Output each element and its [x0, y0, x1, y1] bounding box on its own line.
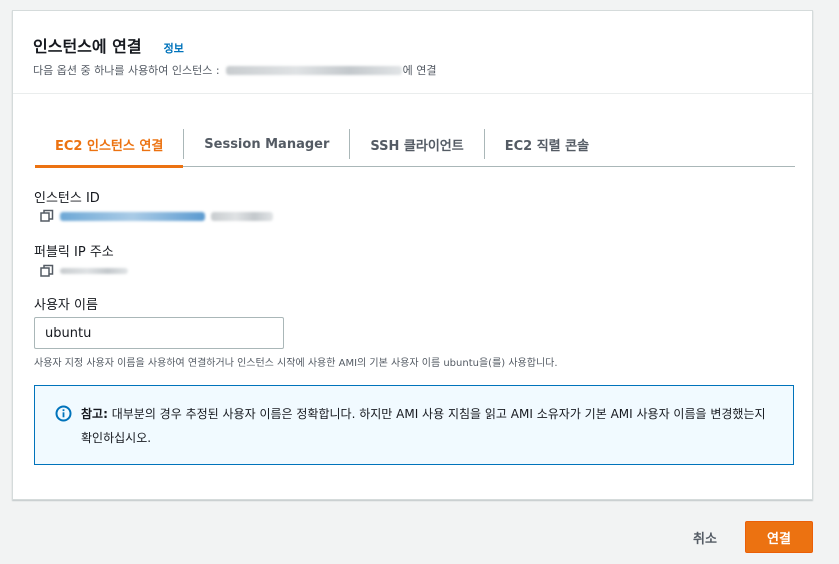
instance-id-label: 인스턴스 ID	[34, 191, 100, 206]
cancel-button[interactable]: 취소	[680, 521, 730, 553]
tab-ec2-instance-connect[interactable]: EC2 인스턴스 연결	[35, 121, 184, 168]
redacted-instance-id-link[interactable]	[60, 211, 205, 221]
alert-title: 참고:	[81, 407, 108, 421]
connect-button[interactable]: 연결	[745, 521, 813, 553]
instance-id-value	[40, 209, 273, 223]
tab-ec2-serial-console[interactable]: EC2 직렬 콘솔	[485, 121, 609, 167]
username-hint: 사용자 지정 사용자 이름을 사용하여 연결하거나 인스턴스 시작에 사용한 A…	[34, 358, 558, 369]
subtitle: 다음 옵션 중 하나를 사용하여 인스턴스 : 에 연결	[33, 62, 792, 78]
info-link[interactable]: 정보	[164, 40, 184, 56]
tab-ssh-client[interactable]: SSH 클라이언트	[350, 121, 483, 167]
redacted-public-ip	[60, 268, 128, 274]
copy-icon[interactable]	[40, 209, 54, 223]
info-icon	[55, 405, 72, 422]
alert-text: 대부분의 경우 추정된 사용자 이름은 정확합니다. 하지만 AMI 사용 지침…	[81, 407, 766, 445]
subtitle-prefix: 다음 옵션 중 하나를 사용하여 인스턴스 :	[33, 64, 220, 77]
copy-icon[interactable]	[40, 264, 54, 278]
panel-header: 인스턴스에 연결 정보 다음 옵션 중 하나를 사용하여 인스턴스 : 에 연결	[13, 11, 812, 94]
tab-session-manager[interactable]: Session Manager	[184, 121, 349, 167]
page-title: 인스턴스에 연결	[33, 37, 142, 56]
redacted-instance-name	[211, 211, 273, 221]
public-ip-label: 퍼블릭 IP 주소	[34, 245, 114, 260]
info-alert: 참고: 대부분의 경우 추정된 사용자 이름은 정확합니다. 하지만 AMI 사…	[34, 385, 794, 465]
redacted-instance-id	[225, 65, 402, 75]
username-input[interactable]	[34, 317, 284, 349]
subtitle-suffix: 에 연결	[402, 64, 437, 77]
public-ip-value	[40, 264, 128, 278]
connect-panel: 인스턴스에 연결 정보 다음 옵션 중 하나를 사용하여 인스턴스 : 에 연결…	[12, 10, 813, 500]
username-label: 사용자 이름	[34, 298, 98, 313]
connection-tabs: EC2 인스턴스 연결 Session Manager SSH 클라이언트 EC…	[35, 121, 795, 168]
